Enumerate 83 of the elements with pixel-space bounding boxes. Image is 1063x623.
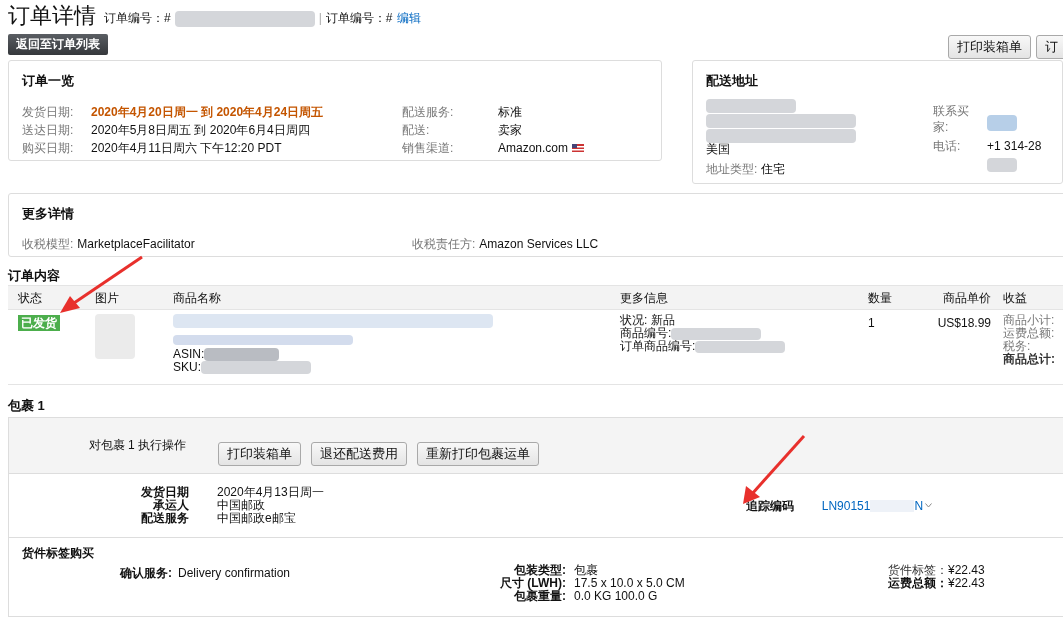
action-label: 对包裹 1 执行操作 bbox=[87, 437, 186, 454]
earnings-label: 运费总额: bbox=[1003, 327, 1056, 340]
tracking-link[interactable]: LN90151 N bbox=[821, 496, 933, 515]
field-value: MarketplaceFacilitator bbox=[77, 235, 195, 253]
order-number-label: 订单编号：# bbox=[104, 10, 171, 27]
field-label: 配送服务 bbox=[140, 512, 189, 525]
info-text: 订单商品编号: bbox=[620, 340, 696, 353]
section-title: 包裹 1 bbox=[8, 397, 46, 415]
field-value: Amazon Services LLC bbox=[479, 235, 599, 253]
order-number-label: 订单编号：# bbox=[325, 10, 393, 27]
action-button[interactable]: 重新打印包裹运单 bbox=[417, 442, 539, 466]
field-label: 包裹重量: bbox=[513, 590, 566, 603]
field-label: 联系买家: bbox=[933, 103, 971, 135]
field-value: 住宅 bbox=[761, 160, 786, 178]
field-value: ¥22.43 bbox=[948, 577, 985, 590]
field-label: 收税模型: bbox=[22, 235, 74, 253]
column-header: 图片 bbox=[95, 289, 120, 307]
edit-link[interactable]: 编辑 bbox=[396, 9, 421, 27]
field-value: 卖家 bbox=[498, 121, 522, 139]
card-title: 订单一览 bbox=[22, 72, 75, 90]
separator: | bbox=[318, 10, 322, 27]
info-text: 状况: 新品 bbox=[620, 314, 675, 327]
field-label: 承运人 bbox=[153, 499, 189, 512]
column-header: 状态 bbox=[18, 289, 43, 307]
caret-icon bbox=[925, 503, 933, 508]
column-header: 收益 bbox=[1003, 289, 1028, 307]
section-subtitle: 货件标签购买 bbox=[22, 546, 95, 560]
field-value: 标准 bbox=[498, 103, 522, 121]
earnings-label: 税务: bbox=[1003, 340, 1032, 353]
field-value: 2020年4月11日周六 下午12:20 PDT bbox=[91, 139, 282, 157]
asin-label: ASIN: bbox=[173, 348, 205, 361]
field-value: 2020年4月13日周一 bbox=[217, 486, 324, 499]
info-text: 商品编号: bbox=[620, 327, 672, 340]
blurred-text bbox=[987, 114, 1018, 131]
field-value: 17.5 x 10.0 x 5.0 CM bbox=[574, 577, 685, 590]
field-value: 中国邮政e邮宝 bbox=[217, 512, 296, 525]
field-label: 销售渠道: bbox=[402, 139, 455, 157]
field-value: 0.0 KG 100.0 G bbox=[574, 590, 658, 603]
action-button[interactable]: 退还配送费用 bbox=[311, 442, 407, 466]
field-value: 中国邮政 bbox=[217, 499, 265, 512]
field-value: Amazon.com bbox=[498, 139, 569, 157]
field-label: 送达日期: bbox=[22, 121, 75, 139]
column-header: 商品单价 bbox=[942, 289, 992, 307]
field-label: 配送: bbox=[402, 121, 431, 139]
sku-label: SKU: bbox=[173, 361, 201, 374]
field-label: 尺寸 (LWH): bbox=[499, 577, 566, 590]
card-title: 更多详情 bbox=[22, 205, 75, 223]
field-value: 2020年5月8日周五 到 2020年6月4日周四 bbox=[91, 121, 310, 139]
column-header: 数量 bbox=[868, 289, 893, 307]
field-label: 发货日期 bbox=[140, 486, 189, 499]
action-button[interactable]: 打印装箱单 bbox=[948, 35, 1031, 59]
field-value: ¥22.43 bbox=[948, 564, 985, 577]
field-label: 运费总额： bbox=[888, 577, 948, 590]
field-label: 追踪编码 bbox=[744, 497, 794, 515]
action-button[interactable]: 订 bbox=[1036, 35, 1063, 59]
column-header: 更多信息 bbox=[620, 289, 669, 307]
field-label: 购买日期: bbox=[22, 139, 75, 157]
page-title: 订单详情 bbox=[8, 5, 96, 27]
action-button[interactable]: 打印装箱单 bbox=[218, 442, 301, 466]
field-value: 包裹 bbox=[574, 564, 598, 577]
field-label: 收税责任方: bbox=[412, 235, 476, 253]
status-badge: 已发货 bbox=[18, 315, 60, 331]
back-button[interactable]: 返回至订单列表 bbox=[8, 33, 108, 55]
country-text: 美国 bbox=[706, 142, 732, 156]
field-label: 发货日期: bbox=[22, 103, 75, 121]
field-label: 包装类型: bbox=[514, 564, 566, 577]
field-label: 电话: bbox=[933, 138, 962, 155]
field-value: 2020年4月20日周一 到 2020年4月24日周五 bbox=[91, 103, 324, 121]
field-label: 配送服务: bbox=[402, 103, 455, 121]
earnings-label: 商品总计: bbox=[1003, 353, 1056, 366]
earnings-label: 商品小计: bbox=[1003, 314, 1056, 327]
column-header: 商品名称 bbox=[173, 289, 222, 307]
section-title: 订单内容 bbox=[8, 267, 61, 285]
quantity-cell-text: 1 bbox=[868, 315, 876, 332]
blurred-text bbox=[987, 157, 1018, 172]
field-label: 确认服务: bbox=[118, 565, 172, 582]
field-label: 货件标签： bbox=[888, 564, 948, 577]
flag-icon bbox=[572, 143, 585, 152]
field-label: 地址类型: bbox=[706, 160, 758, 178]
card-title: 配送地址 bbox=[706, 72, 760, 90]
field-value: Delivery confirmation bbox=[178, 565, 291, 582]
price-cell-text: US$18.99 bbox=[936, 315, 992, 332]
phone-number: +1 314-28 bbox=[987, 138, 1042, 155]
